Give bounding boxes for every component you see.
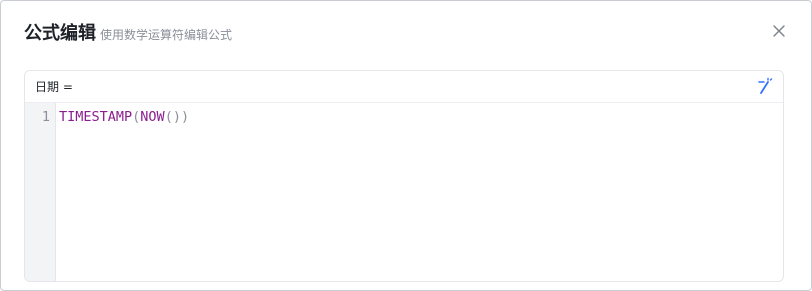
- function-token: TIMESTAMP: [59, 109, 133, 125]
- format-button[interactable]: [755, 77, 773, 95]
- formula-edit-dialog: 公式编辑 使用数学运算符编辑公式 日期 = 1 TIMESTAMP(NOW()): [0, 0, 812, 291]
- paren-token: ): [180, 109, 190, 125]
- line-number-gutter: 1: [25, 103, 56, 281]
- field-label: 日期 =: [35, 80, 73, 94]
- editor-header: 日期 =: [25, 71, 783, 103]
- code-input[interactable]: TIMESTAMP(NOW()): [58, 103, 780, 281]
- magic-wand-icon: [758, 77, 773, 94]
- formula-editor: 日期 = 1 TIMESTAMP(NOW()): [24, 70, 784, 282]
- paren-token: (): [164, 109, 181, 125]
- line-number: 1: [41, 109, 50, 125]
- dialog-subtitle: 使用数学运算符编辑公式: [100, 28, 233, 42]
- dialog-title: 公式编辑: [24, 23, 96, 44]
- close-icon: [773, 25, 785, 37]
- code-line: TIMESTAMP(NOW()): [59, 109, 189, 125]
- close-button[interactable]: [769, 21, 789, 41]
- function-token: NOW: [140, 109, 165, 125]
